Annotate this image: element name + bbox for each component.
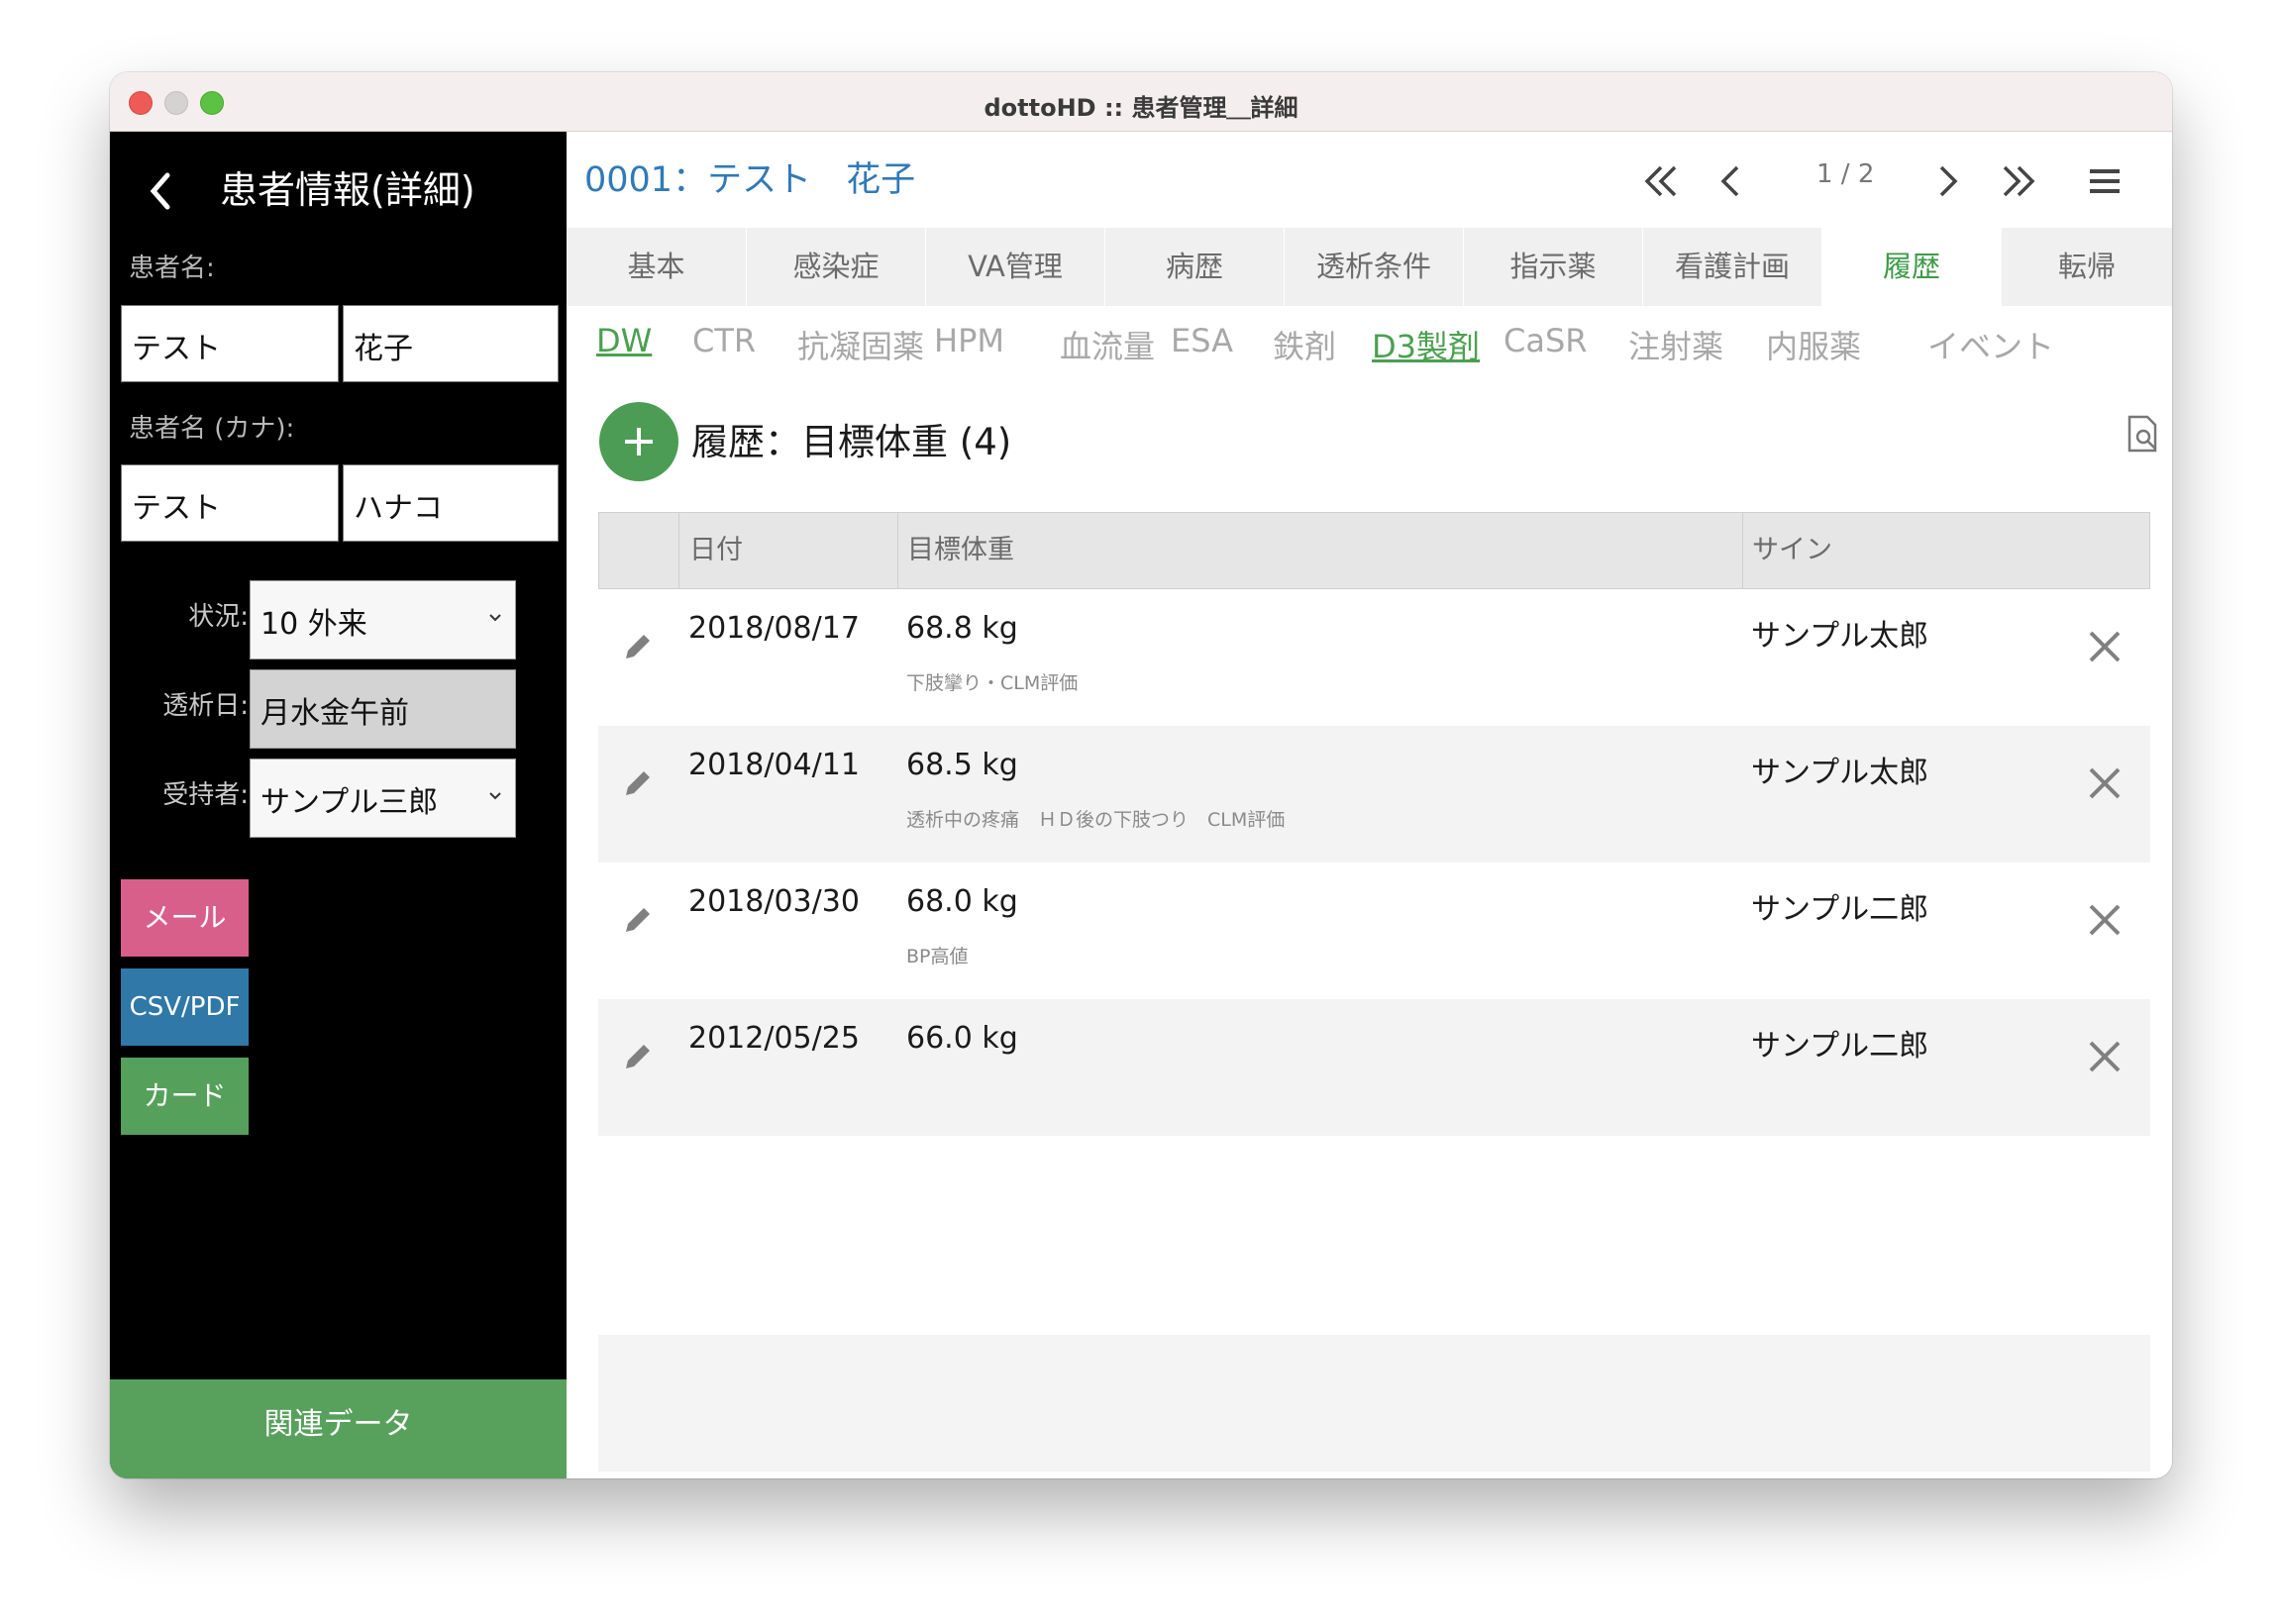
subtab-esa[interactable]: ESA <box>1171 322 1233 359</box>
row-date: 2018/04/11 <box>688 748 860 782</box>
tab-bar: 基本 感染症 VA管理 病歴 透析条件 指示薬 看護計画 履歴 転帰 <box>567 228 2172 306</box>
delete-icon[interactable] <box>2087 765 2123 801</box>
row-date: 2018/08/17 <box>688 611 860 646</box>
card-button[interactable]: カード <box>121 1058 249 1135</box>
pencil-icon[interactable] <box>622 629 656 662</box>
patient-heading: 0001：テスト 花子 <box>584 160 916 200</box>
plus-icon <box>625 428 653 456</box>
last-name-field[interactable]: テスト <box>121 305 339 382</box>
pencil-icon[interactable] <box>622 902 656 936</box>
app-window: dottoHD :: 患者管理＿詳細 患者情報(詳細) 患者名: テスト 花子 … <box>110 72 2172 1478</box>
subtab-casr[interactable]: CaSR <box>1504 322 1588 359</box>
delete-icon[interactable] <box>2087 1039 2123 1074</box>
row-weight: 66.0 kg <box>906 1021 1018 1056</box>
tab-outcome[interactable]: 転帰 <box>2002 228 2172 306</box>
row-date: 2018/03/30 <box>688 884 860 919</box>
tab-history-disease[interactable]: 病歴 <box>1105 228 1285 306</box>
subtab-iron[interactable]: 鉄剤 <box>1273 322 1336 367</box>
table-row: 2018/04/11 68.5 kg 透析中の疼痛 ＨＤ後の下肢つり CLM評価… <box>598 726 2150 863</box>
receiver-label: 受持者: <box>162 780 249 810</box>
delete-icon[interactable] <box>2087 902 2123 938</box>
row-note: 透析中の疼痛 ＨＤ後の下肢つり CLM評価 <box>906 809 1286 831</box>
table-row: 2012/05/25 66.0 kg サンプル二郎 <box>598 999 2150 1136</box>
tab-va[interactable]: VA管理 <box>926 228 1105 306</box>
pencil-icon[interactable] <box>622 765 656 799</box>
mail-button[interactable]: メール <box>121 879 249 957</box>
dialysis-day-field: 月水金午前 <box>250 669 516 749</box>
row-weight: 68.5 kg <box>906 748 1018 782</box>
next-page-icon[interactable] <box>1933 161 1963 201</box>
row-sign: サンプル太郎 <box>1751 619 1929 654</box>
subtab-d3[interactable]: D3製剤 <box>1372 322 1480 367</box>
column-target-weight: 目標体重 <box>907 535 1014 565</box>
dialysis-day-label: 透析日: <box>162 691 249 721</box>
patient-name-label: 患者名: <box>129 254 215 283</box>
table-header: 日付 目標体重 サイン <box>598 512 2150 589</box>
status-select[interactable]: 10 外来 <box>250 580 516 660</box>
tab-prescriptions[interactable]: 指示薬 <box>1464 228 1643 306</box>
row-sign: サンプル太郎 <box>1751 756 1929 790</box>
preview-icon[interactable] <box>2126 415 2161 455</box>
tab-history[interactable]: 履歴 <box>1822 228 2002 306</box>
related-data-button[interactable]: 関連データ <box>110 1379 567 1478</box>
tab-infection[interactable]: 感染症 <box>747 228 926 306</box>
row-note: BP高値 <box>906 946 969 967</box>
status-label: 状況: <box>188 602 249 632</box>
main-panel: 0001：テスト 花子 1 / 2 基本 感染症 VA管理 病歴 透析条件 指示… <box>567 132 2172 1478</box>
last-page-icon[interactable] <box>1999 161 2038 201</box>
window-title: dottoHD :: 患者管理＿詳細 <box>984 94 1298 122</box>
subtab-injection[interactable]: 注射薬 <box>1628 322 1723 367</box>
prev-page-icon[interactable] <box>1715 161 1745 201</box>
subtab-ctr[interactable]: CTR <box>692 322 756 359</box>
row-sign: サンプル二郎 <box>1751 892 1929 927</box>
column-sign: サイン <box>1752 535 1832 565</box>
csv-pdf-button[interactable]: CSV/PDF <box>121 968 249 1046</box>
tab-dialysis-conditions[interactable]: 透析条件 <box>1285 228 1464 306</box>
back-chevron-icon[interactable] <box>146 169 175 213</box>
add-record-button[interactable] <box>599 402 678 481</box>
first-kana-field[interactable]: ハナコ <box>343 464 559 542</box>
subtab-oral[interactable]: 内服薬 <box>1766 322 1861 367</box>
receiver-select[interactable]: サンプル三郎 <box>250 759 516 838</box>
tab-basic[interactable]: 基本 <box>567 228 747 306</box>
row-note: 下肢攣り・CLM評価 <box>906 672 1079 694</box>
row-sign: サンプル二郎 <box>1751 1029 1929 1064</box>
status-value: 10 外来 <box>260 607 367 642</box>
row-weight: 68.0 kg <box>906 884 1018 919</box>
subtab-dw[interactable]: DW <box>596 322 652 359</box>
tab-nursing-plan[interactable]: 看護計画 <box>1643 228 1822 306</box>
table-row: 2018/08/17 68.8 kg 下肢攣り・CLM評価 サンプル太郎 <box>598 589 2150 726</box>
chevron-down-icon <box>489 614 501 622</box>
subtab-event[interactable]: イベント <box>1927 322 2054 367</box>
first-name-field[interactable]: 花子 <box>343 305 559 382</box>
row-weight: 68.8 kg <box>906 611 1018 646</box>
row-date: 2012/05/25 <box>688 1021 860 1056</box>
patient-kana-label: 患者名 (カナ): <box>129 414 295 444</box>
table-row: 2018/03/30 68.0 kg BP高値 サンプル二郎 <box>598 863 2150 999</box>
sidebar: 患者情報(詳細) 患者名: テスト 花子 患者名 (カナ): テスト ハナコ 状… <box>110 132 567 1478</box>
chevron-down-icon <box>489 792 501 800</box>
subtab-hpm[interactable]: HPM <box>934 322 1004 359</box>
dialysis-day-value: 月水金午前 <box>260 696 409 731</box>
first-page-icon[interactable] <box>1641 161 1681 201</box>
subtab-anticoagulant[interactable]: 抗凝固薬 <box>797 322 924 367</box>
last-kana-field[interactable]: テスト <box>121 464 339 542</box>
page-indicator: 1 / 2 <box>1816 159 1875 189</box>
title-bar: dottoHD :: 患者管理＿詳細 <box>110 72 2172 132</box>
section-title: 履歴：目標体重 (4) <box>691 421 1012 463</box>
menu-icon[interactable] <box>2089 165 2121 197</box>
empty-panel <box>598 1335 2150 1472</box>
subtab-blood-flow[interactable]: 血流量 <box>1060 322 1155 367</box>
pencil-icon[interactable] <box>622 1039 656 1072</box>
delete-icon[interactable] <box>2087 629 2123 664</box>
receiver-value: サンプル三郎 <box>260 785 439 820</box>
sidebar-title: 患者情報(詳細) <box>220 168 475 212</box>
column-date: 日付 <box>689 535 743 565</box>
